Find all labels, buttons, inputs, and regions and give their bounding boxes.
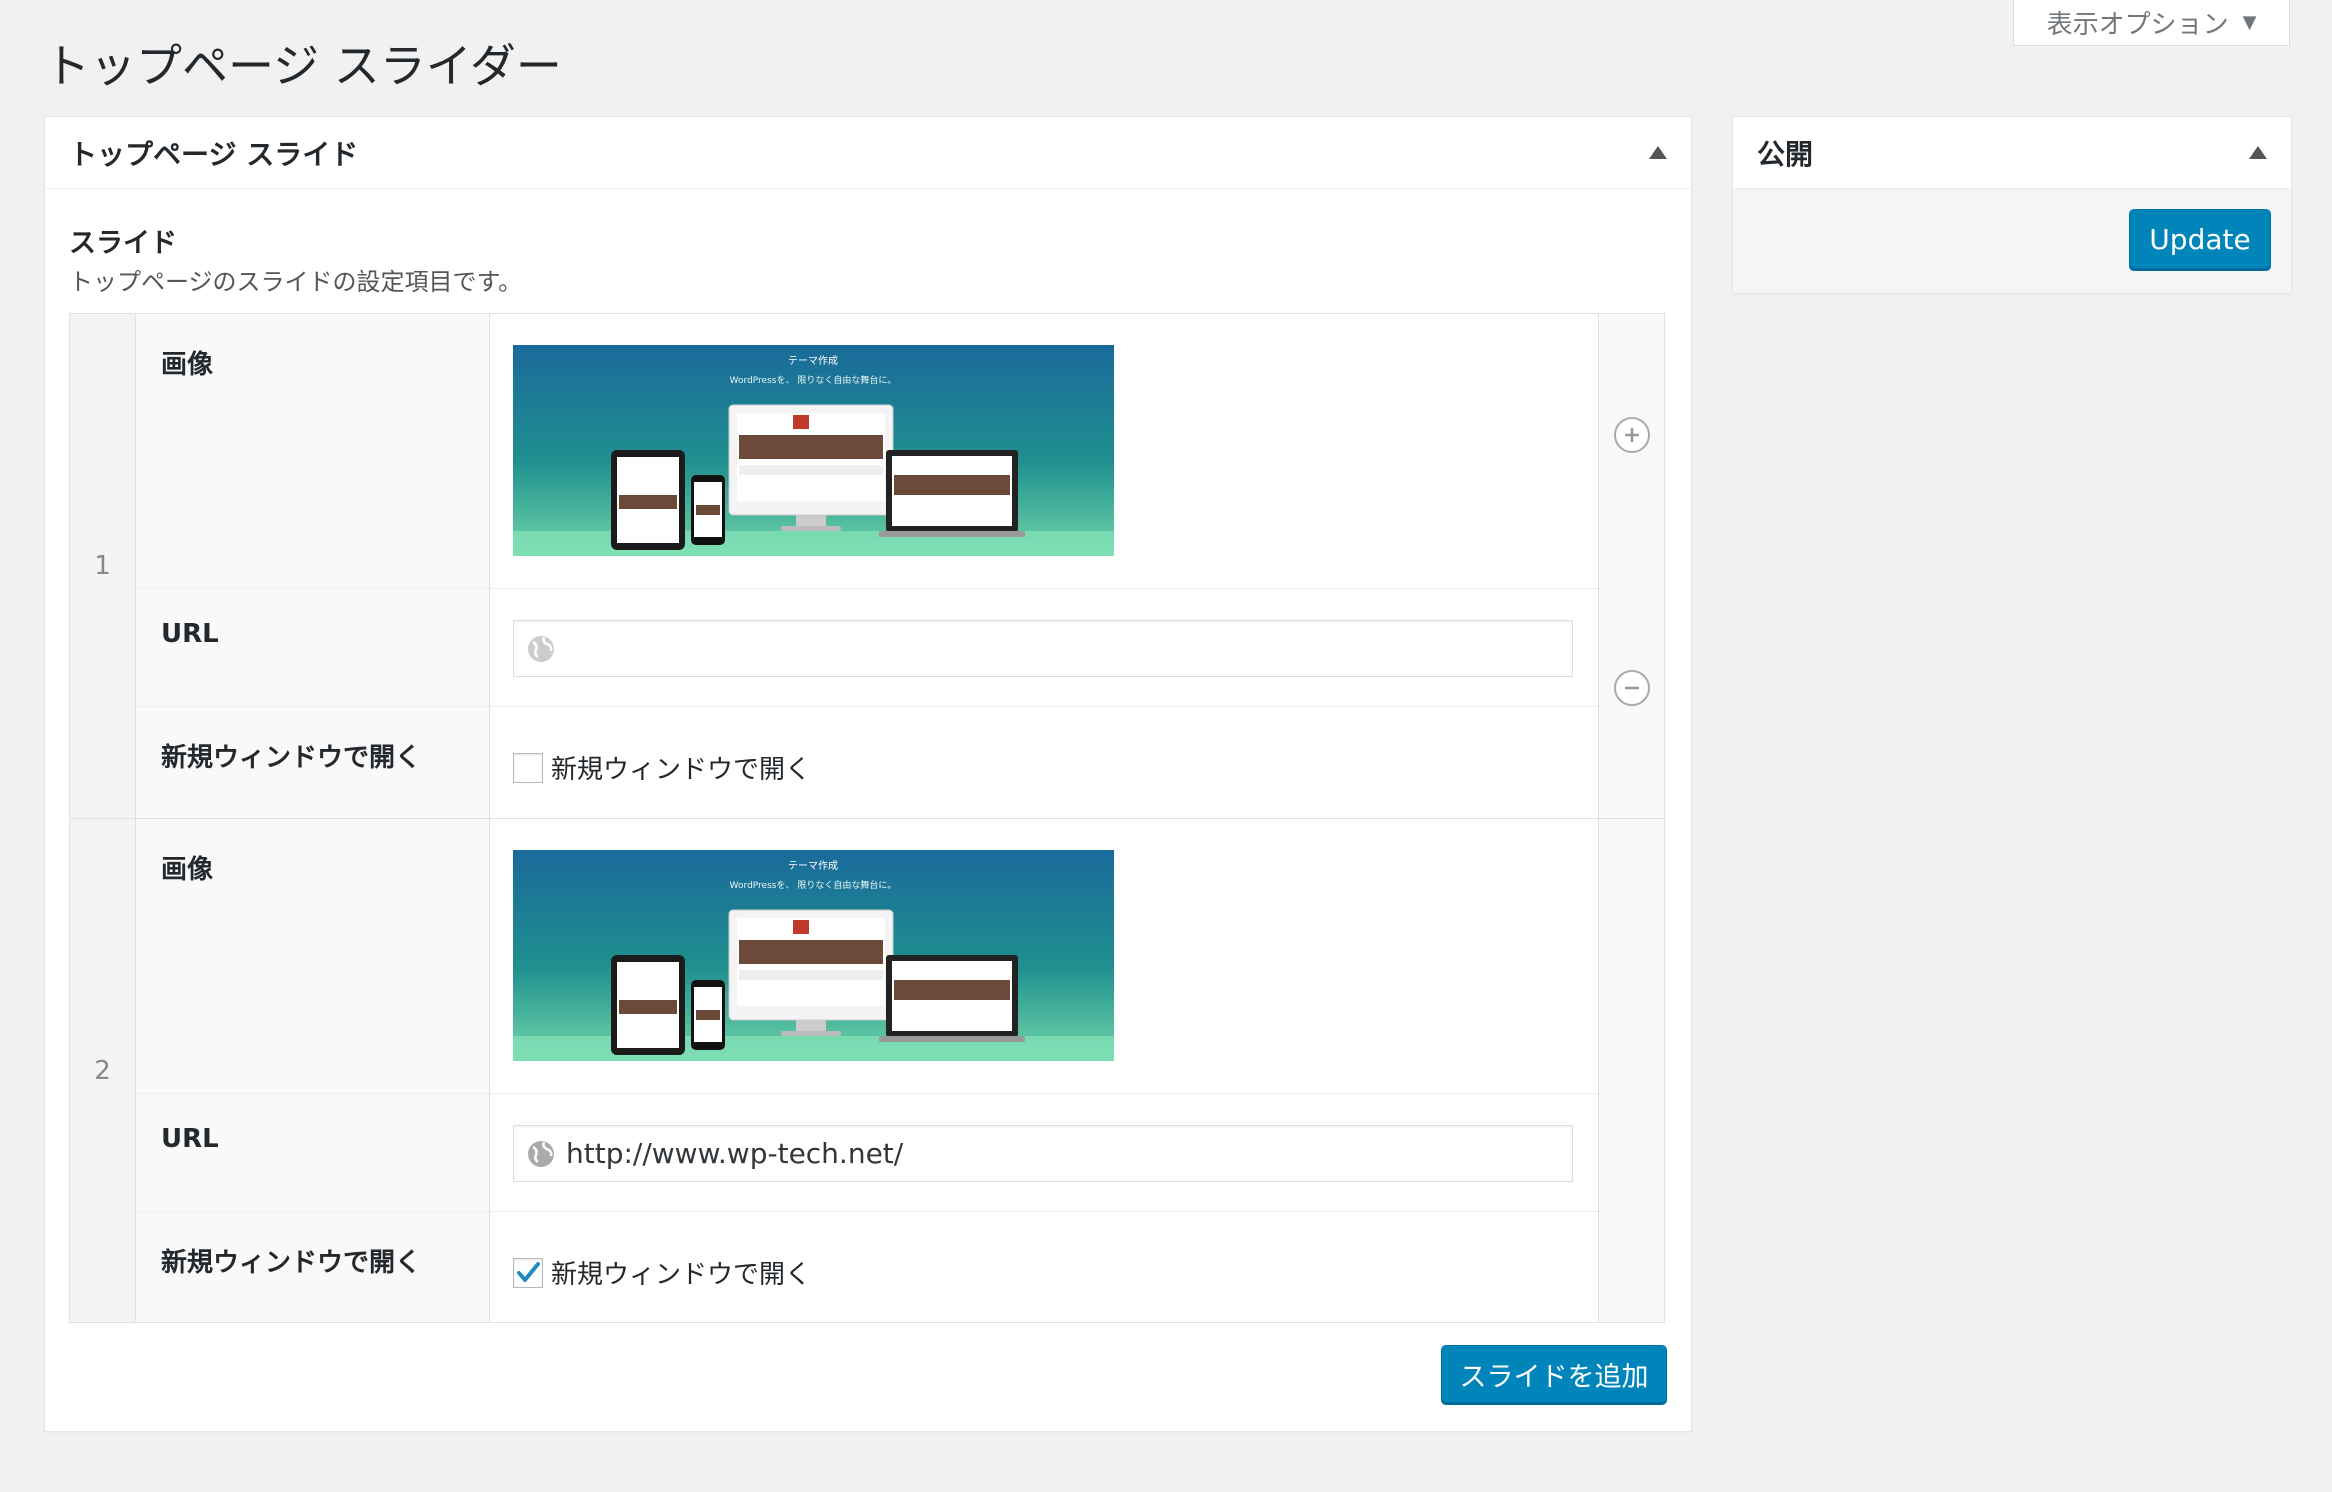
- field-label: スライド: [69, 228, 177, 259]
- image-label: 画像: [136, 819, 490, 1093]
- checkmark-icon: [517, 1261, 540, 1282]
- image-subfield: 画像 テーマ作成 WordPressを、 限りなく自由な舞台に。: [136, 819, 1598, 1094]
- globe-icon: [528, 1140, 554, 1167]
- slide-headline: テーマ作成: [788, 860, 838, 872]
- slides-metabox: トップページ スライド スライド トップページのスライドの設定項目です。 1 画…: [44, 116, 1692, 1432]
- new-window-checkbox[interactable]: [513, 752, 543, 783]
- chevron-down-icon: ▼: [2242, 12, 2257, 33]
- new-window-checkbox-label[interactable]: 新規ウィンドウで開く: [551, 1254, 811, 1291]
- metabox-title: トップページ スライド: [69, 137, 359, 171]
- url-label: URL: [136, 1094, 490, 1211]
- url-subfield: URL http://www.wp-tech.net/: [136, 1094, 1598, 1212]
- field-description: トップページのスライドの設定項目です。: [69, 268, 523, 296]
- slide-image-thumbnail[interactable]: テーマ作成 WordPressを、 限りなく自由な舞台に。: [513, 345, 1114, 556]
- new-window-checkbox-label[interactable]: 新規ウィンドウで開く: [551, 749, 811, 786]
- row-actions: [1598, 819, 1664, 1322]
- row-number[interactable]: 1: [70, 314, 136, 818]
- metabox-header[interactable]: 公開: [1733, 117, 2291, 189]
- screen-options-button[interactable]: 表示オプション ▼: [2013, 0, 2290, 46]
- new-window-subfield: 新規ウィンドウで開く 新規ウィンドウで開く: [136, 707, 1598, 818]
- slide-headline: テーマ作成: [788, 355, 838, 367]
- minus-circle-icon[interactable]: [1614, 670, 1650, 706]
- publish-title: 公開: [1757, 137, 1814, 171]
- url-value: http://www.wp-tech.net/: [566, 1137, 904, 1170]
- globe-icon: [528, 635, 554, 662]
- slide-image-thumbnail[interactable]: テーマ作成 WordPressを、 限りなく自由な舞台に。: [513, 850, 1114, 1061]
- repeater-row: 2 画像 テーマ作成 WordPressを、 限りなく自由な舞台に。 URL h…: [70, 819, 1664, 1322]
- url-subfield: URL: [136, 589, 1598, 707]
- metabox-header[interactable]: トップページ スライド: [45, 117, 1691, 189]
- add-slide-button[interactable]: スライドを追加: [1441, 1345, 1667, 1403]
- new-window-subfield: 新規ウィンドウで開く 新規ウィンドウで開く: [136, 1212, 1598, 1322]
- collapse-arrow-icon[interactable]: [1649, 146, 1667, 159]
- row-number[interactable]: 2: [70, 819, 136, 1322]
- slide-subline: WordPressを、 限りなく自由な舞台に。: [730, 879, 897, 891]
- update-button[interactable]: Update: [2129, 209, 2271, 269]
- new-window-label: 新規ウィンドウで開く: [136, 1212, 490, 1322]
- row-actions: [1598, 314, 1664, 818]
- screen-options-label: 表示オプション: [2046, 10, 2229, 40]
- page-title: トップページ スライダー: [44, 39, 562, 93]
- publish-metabox: 公開 Update: [1732, 116, 2292, 294]
- url-input[interactable]: [513, 620, 1573, 677]
- new-window-checkbox[interactable]: [513, 1257, 543, 1288]
- slide-subline: WordPressを、 限りなく自由な舞台に。: [730, 374, 897, 386]
- repeater-row: 1 画像 テーマ作成 WordPressを、 限りなく自由な舞台に。 URL 新…: [70, 314, 1664, 819]
- url-label: URL: [136, 589, 490, 706]
- slides-repeater: 1 画像 テーマ作成 WordPressを、 限りなく自由な舞台に。 URL 新…: [69, 313, 1665, 1323]
- url-input[interactable]: http://www.wp-tech.net/: [513, 1125, 1573, 1182]
- image-label: 画像: [136, 314, 490, 588]
- plus-circle-icon[interactable]: [1614, 417, 1650, 453]
- image-subfield: 画像 テーマ作成 WordPressを、 限りなく自由な舞台に。: [136, 314, 1598, 589]
- new-window-label: 新規ウィンドウで開く: [136, 707, 490, 818]
- collapse-arrow-icon[interactable]: [2249, 146, 2267, 159]
